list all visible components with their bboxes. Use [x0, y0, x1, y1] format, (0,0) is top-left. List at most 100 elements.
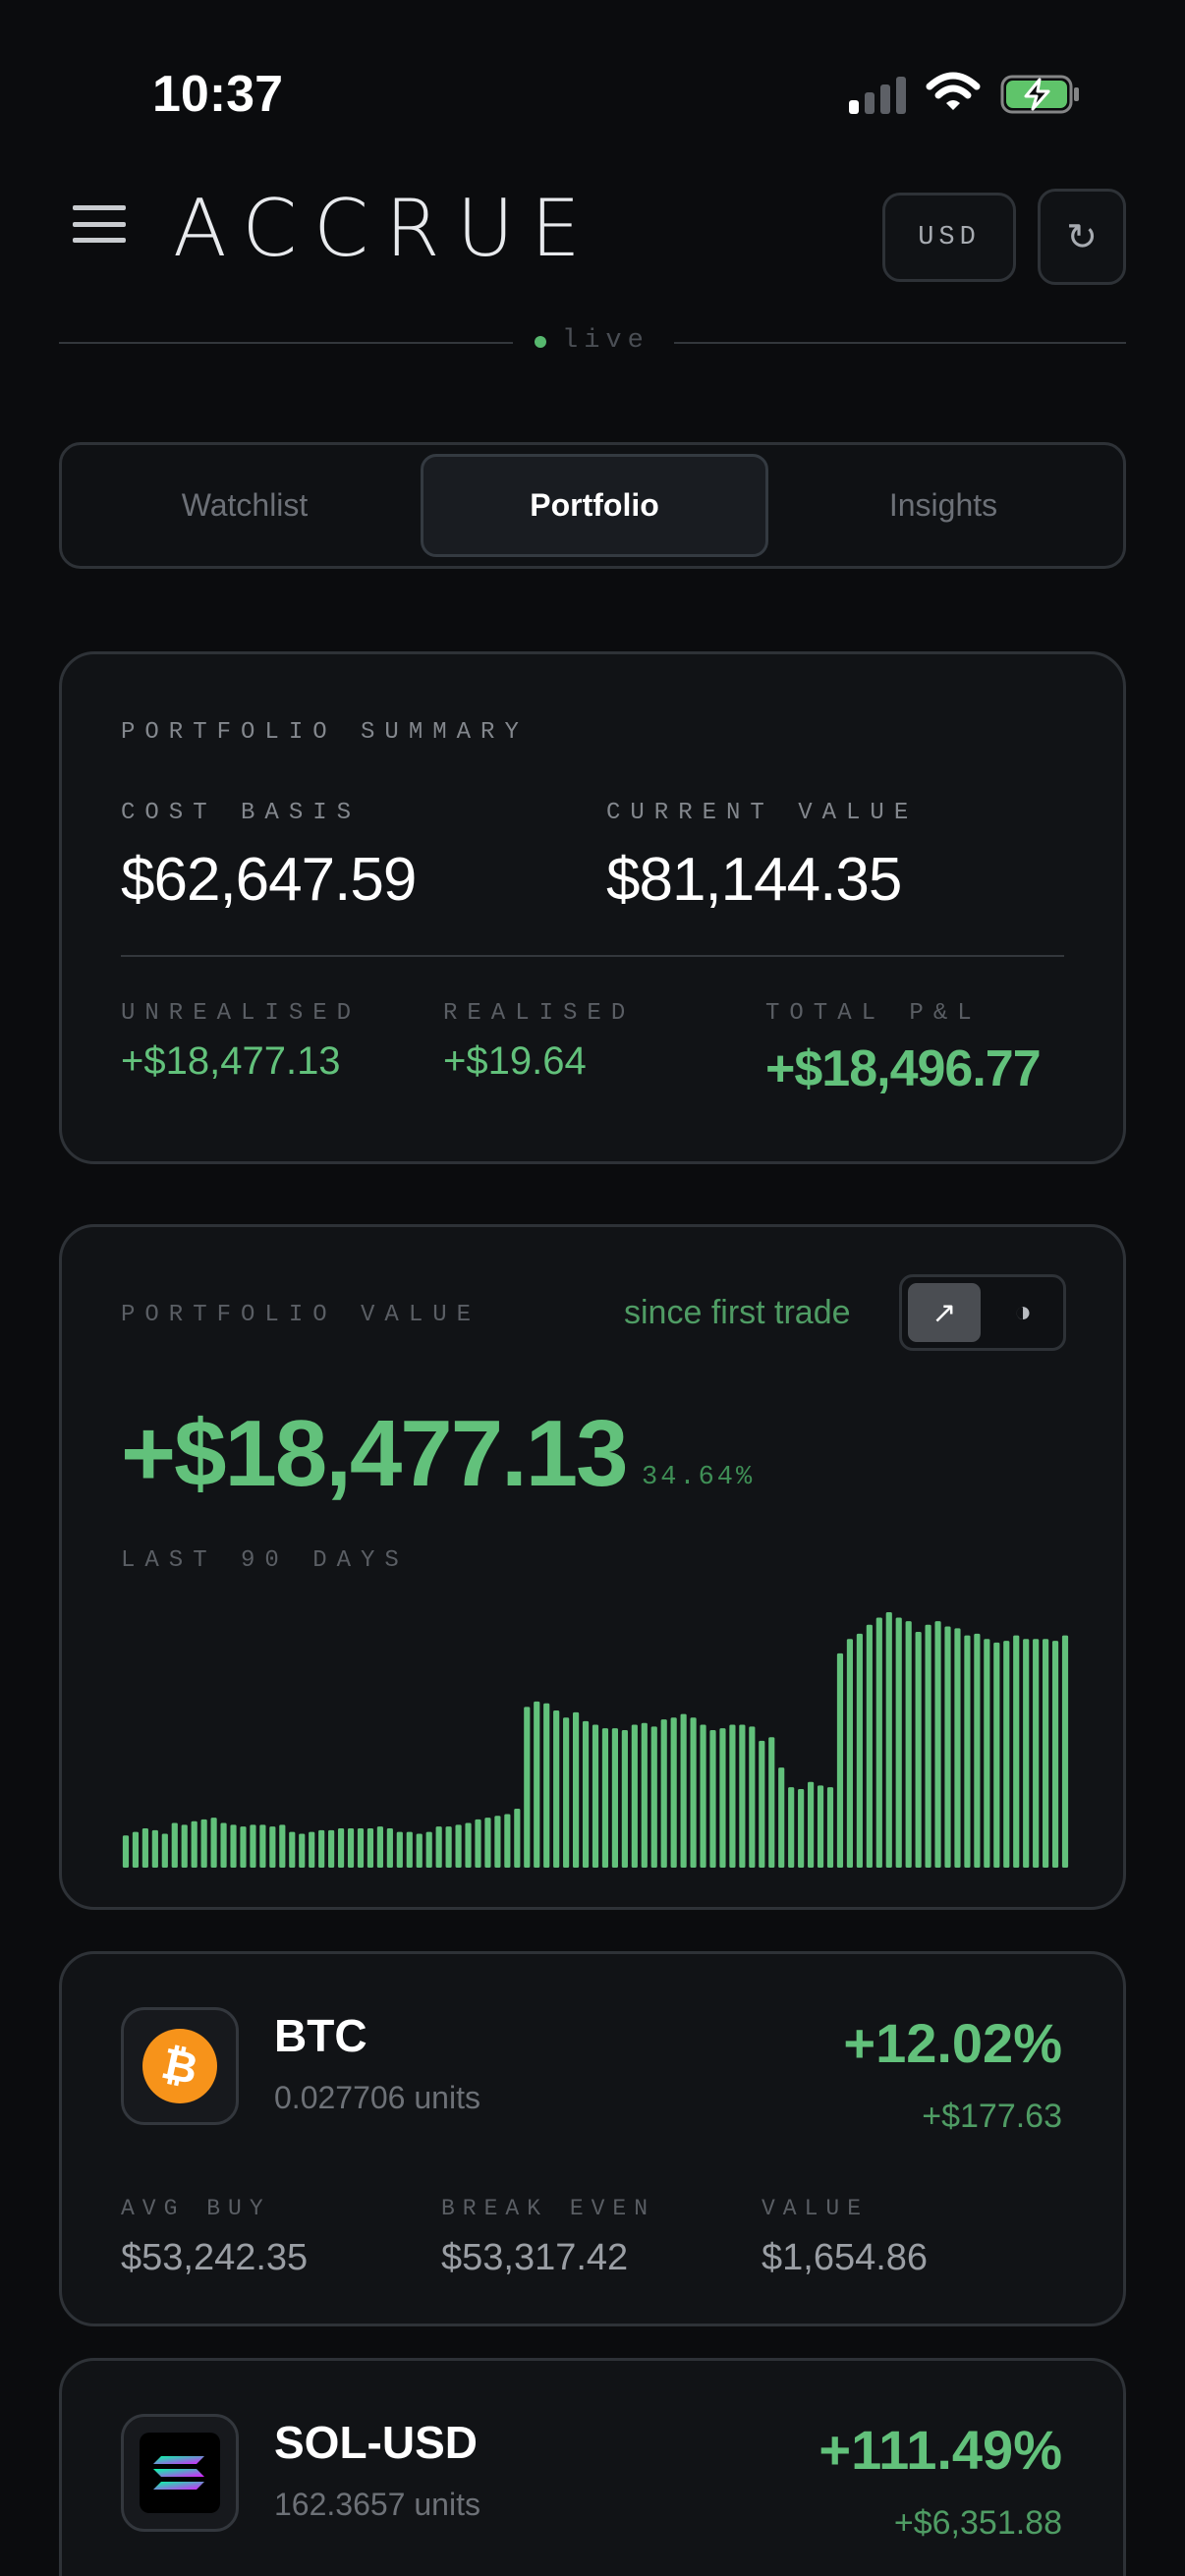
chart-bar: [690, 1717, 697, 1868]
chart-bar: [964, 1635, 971, 1868]
chart-bar: [347, 1828, 355, 1868]
portfolio-summary-card: PORTFOLIO SUMMARY COST BASIS $62,647.59 …: [59, 651, 1126, 1164]
chart-bar: [514, 1809, 521, 1868]
chart-bar: [396, 1831, 403, 1868]
asset-card-btc[interactable]: ₿ BTC 0.027706 units +12.02% +$177.63 AV…: [59, 1951, 1126, 2326]
status-bar: 10:37: [0, 0, 1185, 177]
chart-bar: [259, 1824, 266, 1868]
contrast-mode-icon[interactable]: ◑: [987, 1283, 1059, 1342]
unrealised-label: UNREALISED: [121, 1000, 362, 1027]
chart-bar: [788, 1787, 795, 1868]
chart-bar: [826, 1787, 834, 1868]
chart-bar: [749, 1726, 756, 1868]
chart-bar: [836, 1652, 844, 1868]
chart-bar: [269, 1826, 276, 1868]
chart-bar: [778, 1767, 785, 1868]
current-value-label: CURRENT VALUE: [606, 800, 919, 826]
chart-bar: [279, 1824, 286, 1868]
chart-bar: [1033, 1639, 1040, 1868]
tab-insights[interactable]: Insights: [769, 454, 1117, 557]
chart-bar: [993, 1642, 1000, 1868]
asset-symbol: BTC: [274, 2010, 367, 2061]
chart-bar: [700, 1724, 706, 1868]
chart-bar: [357, 1828, 365, 1868]
cost-basis-label: COST BASIS: [121, 800, 362, 826]
chart-bar: [866, 1624, 873, 1868]
portfolio-change-percent: 34.64%: [642, 1463, 756, 1492]
asset-pnl: +$6,351.88: [893, 2504, 1062, 2542]
current-value-value: $81,144.35: [606, 846, 902, 914]
chart-bar: [328, 1829, 335, 1868]
asset-units: 0.027706 units: [274, 2080, 480, 2115]
chart-bar: [200, 1819, 207, 1868]
chart-bar: [729, 1724, 736, 1868]
chart-bar: [934, 1621, 941, 1868]
chart-bar: [875, 1617, 882, 1868]
chart-bar: [1051, 1641, 1059, 1868]
chart-bar: [915, 1632, 922, 1868]
chart-bar: [416, 1833, 423, 1868]
chart-bar: [553, 1710, 560, 1868]
chart-bar: [210, 1818, 217, 1868]
chart-bar: [895, 1617, 902, 1868]
asset-units: 162.3657 units: [274, 2487, 480, 2522]
realised-label: REALISED: [443, 1000, 636, 1027]
chart-bar: [455, 1824, 462, 1868]
portfolio-value-card: PORTFOLIO VALUE since first trade ↗ ◑ +$…: [59, 1224, 1126, 1910]
chart-bar: [445, 1826, 452, 1868]
trend-mode-icon[interactable]: ↗: [908, 1283, 981, 1342]
chart-bar: [563, 1717, 570, 1868]
chart-bar: [318, 1829, 325, 1868]
chart-bar: [641, 1722, 648, 1868]
chart-bar: [220, 1822, 227, 1868]
status-time: 10:37: [152, 66, 283, 123]
chart-bar: [250, 1824, 256, 1868]
chart-bar: [230, 1824, 237, 1868]
chart-bar: [191, 1820, 198, 1868]
chart-bar: [670, 1717, 677, 1868]
chart-bar: [435, 1826, 442, 1868]
chart-bar: [524, 1707, 531, 1868]
chart-bar: [337, 1828, 345, 1868]
chart-bar: [1003, 1641, 1010, 1868]
chart-bar: [885, 1612, 892, 1868]
bitcoin-icon: ₿: [121, 2007, 239, 2125]
live-label: live: [562, 326, 649, 356]
chart-bar: [494, 1816, 501, 1868]
menu-icon[interactable]: [71, 201, 128, 247]
cellular-signal-icon: [849, 77, 906, 114]
chart-bar: [289, 1831, 296, 1868]
chart-bar: [367, 1828, 374, 1868]
chart-bar: [905, 1621, 912, 1868]
chart-bar: [151, 1829, 158, 1868]
chart-bar: [1013, 1635, 1020, 1868]
tab-watchlist[interactable]: Watchlist: [71, 454, 419, 557]
refresh-button[interactable]: ↻: [1038, 189, 1126, 285]
portfolio-value-chart: [121, 1591, 1070, 1868]
chart-bar: [1043, 1639, 1049, 1868]
chart-bar: [808, 1781, 815, 1868]
currency-button[interactable]: USD: [882, 193, 1016, 282]
chart-bar: [171, 1822, 178, 1868]
chart-bar: [573, 1711, 580, 1868]
portfolio-bar-chart: [122, 1612, 1069, 1868]
chart-bar: [974, 1633, 981, 1868]
break-even-label: BREAK EVEN: [441, 2196, 656, 2221]
summary-title: PORTFOLIO SUMMARY: [121, 719, 529, 746]
app-brand: ACCRUE: [173, 183, 597, 274]
chart-bar: [181, 1824, 188, 1868]
chart-bar: [944, 1626, 951, 1868]
chart-bar: [504, 1814, 511, 1868]
range-label: LAST 90 DAYS: [121, 1547, 409, 1574]
chart-bar: [484, 1818, 491, 1868]
asset-pnl: +$177.63: [922, 2098, 1062, 2135]
value-label: VALUE: [762, 2196, 870, 2221]
chart-bar: [925, 1624, 931, 1868]
chart-bar: [856, 1633, 863, 1868]
chart-bar: [798, 1789, 805, 1868]
chart-bar: [621, 1730, 628, 1868]
chart-bar: [984, 1639, 990, 1868]
asset-card-sol[interactable]: SOL-USD 162.3657 units +111.49% +$6,351.…: [59, 2358, 1126, 2576]
asset-change-percent: +111.49%: [818, 2419, 1062, 2481]
tab-portfolio[interactable]: Portfolio: [421, 454, 768, 557]
